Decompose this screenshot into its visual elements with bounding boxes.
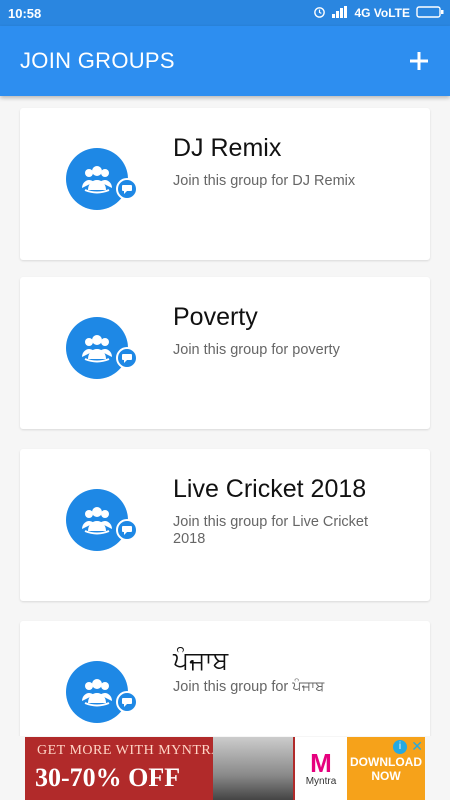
group-people-icon	[66, 148, 128, 210]
group-description: Join this group for ਪੰਜਾਬ	[173, 679, 325, 695]
signal-icon	[332, 5, 348, 21]
group-avatar	[66, 661, 138, 733]
group-name: DJ Remix	[173, 134, 282, 162]
group-description: Join this group for DJ Remix	[173, 173, 356, 189]
add-icon[interactable]	[406, 48, 432, 74]
group-avatar	[66, 317, 138, 389]
group-people-icon	[66, 317, 128, 379]
battery-icon	[416, 5, 444, 21]
group-avatar	[66, 148, 138, 220]
status-bar: 10:58 4G VoLTE	[0, 0, 450, 26]
page-title: JOIN GROUPS	[20, 48, 175, 73]
chat-badge-icon	[116, 347, 138, 369]
app-bar: JOIN GROUPS	[0, 26, 450, 96]
group-avatar	[66, 489, 138, 561]
chat-badge-icon	[116, 691, 138, 713]
group-description: Join this group for poverty	[173, 342, 340, 358]
group-people-icon	[66, 489, 128, 551]
ad-close-icon[interactable]: ✕	[411, 738, 423, 755]
chat-badge-icon	[116, 178, 138, 200]
alarm-icon	[313, 5, 326, 21]
group-card[interactable]: Live Cricket 2018 Join this group for Li…	[20, 449, 430, 601]
ad-offer: 30-70% OFF	[35, 763, 181, 792]
group-card[interactable]: ਪੰਜਾਬ Join this group for ਪੰਜਾਬ	[20, 621, 430, 736]
status-time: 10:58	[8, 5, 42, 21]
group-description: Join this group for Live Cricket 2018	[173, 514, 369, 547]
group-card[interactable]: Poverty Join this group for poverty	[20, 277, 430, 429]
status-icons: 4G VoLTE	[313, 5, 444, 21]
group-name: Live Cricket 2018	[173, 475, 367, 503]
ad-brand-name: Myntra	[305, 776, 337, 787]
network-label: 4G VoLTE	[354, 6, 410, 20]
group-card[interactable]: DJ Remix Join this group for DJ Remix	[20, 108, 430, 260]
group-name: ਪੰਜਾਬ	[173, 647, 229, 675]
ad-logo: M Myntra	[295, 737, 347, 800]
ad-photo	[213, 737, 293, 800]
group-people-icon	[66, 661, 128, 723]
ad-logo-letter: M	[310, 748, 332, 778]
ad-headline: GET MORE WITH MYNTRA	[37, 743, 222, 758]
ad-info-icon[interactable]: i	[393, 740, 407, 754]
group-list: DJ Remix Join this group for DJ Remix Po…	[0, 96, 450, 736]
group-name: Poverty	[173, 303, 258, 331]
chat-badge-icon	[116, 519, 138, 541]
ad-banner[interactable]: GET MORE WITH MYNTRA 30-70% OFF M Myntra…	[25, 737, 425, 800]
